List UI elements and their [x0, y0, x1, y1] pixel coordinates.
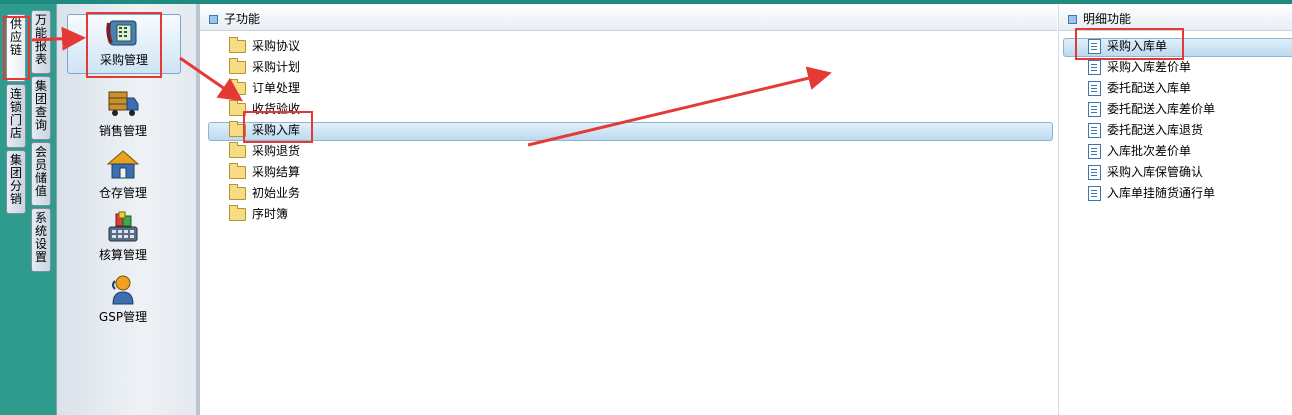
folder-icon: [229, 79, 246, 95]
tab-system-settings[interactable]: 系统设置: [31, 208, 51, 272]
tab-label: 供应链: [9, 17, 22, 57]
document-icon: [1088, 102, 1101, 117]
sub-panel-header: 子功能: [200, 8, 1057, 31]
detail-item[interactable]: 委托配送入库退货: [1088, 121, 1203, 139]
document-icon: [1088, 123, 1101, 138]
accounting-calculator-icon: [108, 211, 138, 242]
module-label: 销售管理: [98, 124, 147, 138]
item-label: 委托配送入库退货: [1107, 123, 1204, 137]
tab-label: 系统设置: [34, 211, 47, 264]
item-label: 采购入库单: [1107, 39, 1168, 53]
detail-panel-header: 明细功能: [1059, 8, 1292, 31]
module-warehouse[interactable]: 仓存管理: [67, 148, 179, 206]
tab-label: 集团分销: [9, 153, 22, 206]
list-item[interactable]: 收货验收: [229, 100, 300, 118]
item-label: 采购入库: [252, 123, 301, 137]
header-square-icon: [1068, 15, 1077, 24]
detail-item[interactable]: 入库单挂随货通行单: [1088, 184, 1215, 202]
list-item[interactable]: 采购协议: [229, 37, 300, 55]
module-panel: 采购管理 销售管理 仓存管理 核算管理 GSP管理: [56, 4, 197, 415]
module-label: 核算管理: [98, 248, 147, 262]
list-item[interactable]: 订单处理: [229, 79, 300, 97]
tab-supply-chain[interactable]: 供应链: [6, 14, 26, 82]
item-label: 订单处理: [252, 81, 301, 95]
tab-group-distribution[interactable]: 集团分销: [6, 150, 26, 214]
module-sales[interactable]: 销售管理: [67, 86, 179, 144]
tab-label: 集团查询: [34, 79, 47, 132]
item-label: 采购计划: [252, 60, 301, 74]
module-purchase[interactable]: 采购管理: [67, 14, 181, 74]
purchase-phone-icon: [106, 20, 137, 46]
list-item[interactable]: 初始业务: [229, 184, 300, 202]
item-label: 收货验收: [252, 102, 301, 116]
document-icon: [1088, 186, 1101, 201]
item-label: 采购退货: [252, 144, 301, 158]
header-square-icon: [209, 15, 218, 24]
folder-icon: [229, 205, 246, 221]
item-label: 初始业务: [252, 186, 301, 200]
folder-icon: [229, 184, 246, 200]
document-icon: [1088, 60, 1101, 75]
item-label: 采购入库保管确认: [1107, 165, 1204, 179]
tab-universal-reports[interactable]: 万能报表: [31, 10, 51, 74]
module-label: 采购管理: [99, 53, 148, 67]
document-icon: [1088, 165, 1101, 180]
module-label: GSP管理: [98, 310, 148, 324]
detail-item-selected[interactable]: 采购入库单: [1088, 37, 1167, 55]
tab-label: 连锁门店: [9, 87, 22, 140]
item-label: 委托配送入库差价单: [1107, 102, 1216, 116]
list-item[interactable]: 采购计划: [229, 58, 300, 76]
document-icon: [1088, 144, 1101, 159]
outer-tab-strip: 供应链 万能报表 连锁门店 集团查询 集团分销 会员储值 系统设置: [0, 4, 56, 415]
tab-group-query[interactable]: 集团查询: [31, 76, 51, 140]
folder-icon: [229, 163, 246, 179]
panel-divider: [1058, 4, 1059, 415]
item-label: 序时簿: [252, 207, 289, 221]
detail-item[interactable]: 采购入库差价单: [1088, 58, 1191, 76]
document-icon: [1088, 81, 1101, 96]
delivery-truck-icon: [108, 91, 139, 116]
list-item-selected[interactable]: 采购入库: [229, 121, 300, 139]
item-label: 入库批次差价单: [1107, 144, 1192, 158]
folder-icon: [229, 58, 246, 74]
module-gsp[interactable]: GSP管理: [67, 272, 179, 330]
detail-item[interactable]: 采购入库保管确认: [1088, 163, 1203, 181]
item-label: 委托配送入库单: [1107, 81, 1192, 95]
folder-icon: [229, 37, 246, 53]
module-accounting[interactable]: 核算管理: [67, 210, 179, 268]
folder-open-icon: [229, 121, 246, 137]
folder-icon: [229, 100, 246, 116]
detail-item[interactable]: 委托配送入库单: [1088, 79, 1191, 97]
selected-row-highlight: [208, 122, 1053, 141]
warehouse-house-icon: [106, 150, 140, 179]
panel-splitter[interactable]: [196, 4, 200, 415]
detail-item[interactable]: 入库批次差价单: [1088, 142, 1191, 160]
gsp-user-icon: [112, 275, 134, 305]
tab-label: 会员储值: [34, 145, 47, 198]
list-item[interactable]: 采购退货: [229, 142, 300, 160]
tab-member-stored-value[interactable]: 会员储值: [31, 142, 51, 206]
list-item[interactable]: 序时簿: [229, 205, 288, 223]
detail-panel-title: 明细功能: [1083, 12, 1132, 26]
detail-item[interactable]: 委托配送入库差价单: [1088, 100, 1215, 118]
sub-panel-title: 子功能: [224, 12, 261, 26]
module-label: 仓存管理: [98, 186, 147, 200]
list-item[interactable]: 采购结算: [229, 163, 300, 181]
item-label: 采购入库差价单: [1107, 60, 1192, 74]
tab-chain-stores[interactable]: 连锁门店: [6, 84, 26, 148]
item-label: 采购协议: [252, 39, 301, 53]
item-label: 采购结算: [252, 165, 301, 179]
document-icon: [1088, 39, 1101, 54]
item-label: 入库单挂随货通行单: [1107, 186, 1216, 200]
tab-label: 万能报表: [34, 13, 47, 66]
folder-icon: [229, 142, 246, 158]
